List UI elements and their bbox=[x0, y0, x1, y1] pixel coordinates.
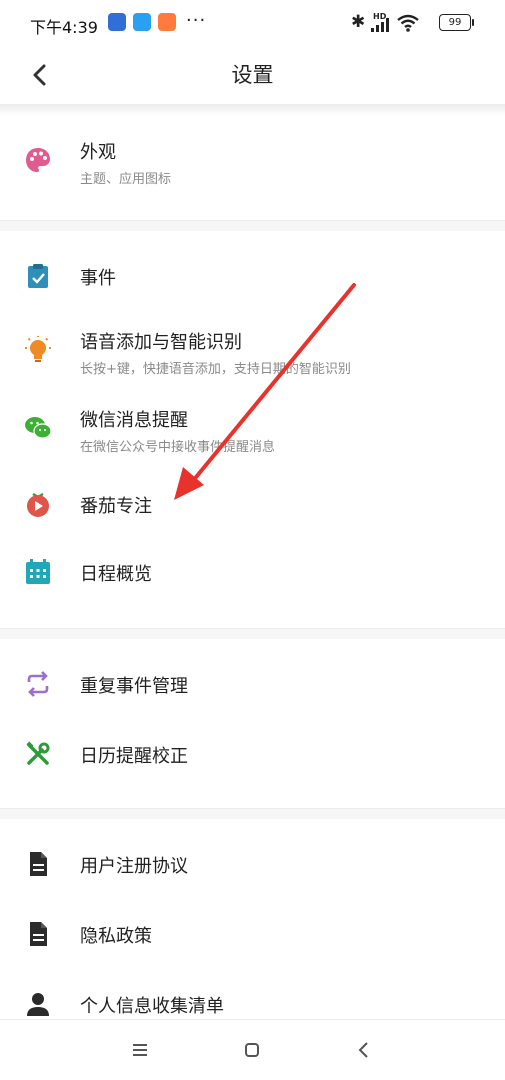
palette-icon bbox=[26, 148, 50, 172]
settings-item-subtitle: 主题、应用图标 bbox=[80, 172, 172, 187]
settings-item-label: 番茄专注 bbox=[80, 496, 152, 517]
status-right: ✱ HD 99 bbox=[351, 12, 474, 34]
section-divider bbox=[0, 220, 505, 231]
settings-item-label: 日程概览 bbox=[80, 564, 152, 585]
settings-item-calendar-correction[interactable]: 日历提醒校正 bbox=[0, 718, 505, 788]
wifi-icon bbox=[397, 14, 419, 32]
more-notifications-icon: ··· bbox=[186, 10, 207, 31]
battery-indicator: 99 bbox=[439, 14, 474, 31]
settings-item-schedule-overview[interactable]: 日程概览 bbox=[0, 538, 505, 608]
wechat-icon bbox=[25, 417, 52, 439]
status-time: 下午4:39 bbox=[30, 18, 98, 37]
document-icon bbox=[30, 852, 47, 876]
settings-item-label: 隐私政策 bbox=[80, 926, 152, 947]
settings-item-events[interactable]: 事件 bbox=[0, 240, 505, 310]
settings-item-privacy-policy[interactable]: 隐私政策 bbox=[0, 900, 505, 970]
settings-item-pomodoro[interactable]: 番茄专注 bbox=[0, 470, 505, 536]
settings-item-repeat-events[interactable]: 重复事件管理 bbox=[0, 650, 505, 718]
signal-icon bbox=[371, 18, 389, 32]
settings-item-appearance[interactable]: 外观 主题、应用图标 bbox=[0, 118, 505, 218]
settings-item-label: 微信消息提醒 bbox=[80, 410, 188, 431]
section-divider bbox=[0, 808, 505, 819]
settings-item-label: 事件 bbox=[80, 268, 116, 289]
back-icon[interactable] bbox=[350, 1036, 378, 1064]
settings-item-voice-input[interactable]: 语音添加与智能识别 长按+键，快捷语音添加，支持日期的智能识别 bbox=[0, 312, 505, 392]
settings-item-subtitle: 在微信公众号中接收事件提醒消息 bbox=[80, 440, 276, 455]
clipboard-check-icon bbox=[28, 264, 48, 288]
lightbulb-icon bbox=[25, 336, 51, 362]
status-bar: 下午4:39 ··· ✱ HD 99 bbox=[0, 0, 505, 46]
tomato-timer-icon bbox=[27, 492, 49, 517]
settings-item-label: 语音添加与智能识别 bbox=[80, 332, 242, 353]
system-nav-bar bbox=[0, 1019, 505, 1080]
notification-app-icon-1 bbox=[108, 13, 126, 31]
notification-app-icon-3 bbox=[158, 13, 176, 31]
settings-item-label: 重复事件管理 bbox=[80, 676, 188, 697]
settings-item-subtitle: 长按+键，快捷语音添加，支持日期的智能识别 bbox=[80, 362, 351, 377]
bluetooth-icon: ✱ bbox=[351, 12, 366, 32]
top-app-bar: 设置 bbox=[0, 46, 505, 104]
section-divider bbox=[0, 628, 505, 639]
page-title: 设置 bbox=[231, 63, 274, 87]
menu-icon[interactable] bbox=[126, 1036, 154, 1064]
person-icon bbox=[27, 993, 49, 1016]
settings-item-label: 用户注册协议 bbox=[80, 856, 188, 877]
tools-icon bbox=[26, 741, 50, 765]
settings-item-label: 外观 bbox=[80, 142, 116, 163]
settings-item-wechat-reminder[interactable]: 微信消息提醒 在微信公众号中接收事件提醒消息 bbox=[0, 392, 505, 470]
header-shadow bbox=[0, 104, 505, 116]
settings-item-label: 日历提醒校正 bbox=[80, 746, 188, 767]
settings-item-personal-info-list[interactable]: 个人信息收集清单 bbox=[0, 970, 505, 1020]
settings-item-label: 个人信息收集清单 bbox=[80, 996, 224, 1017]
document-icon bbox=[30, 922, 47, 946]
repeat-icon bbox=[27, 671, 49, 697]
notification-app-icon-2 bbox=[133, 13, 151, 31]
settings-item-user-agreement[interactable]: 用户注册协议 bbox=[0, 830, 505, 900]
calendar-grid-icon bbox=[26, 559, 50, 584]
home-icon[interactable] bbox=[238, 1036, 266, 1064]
